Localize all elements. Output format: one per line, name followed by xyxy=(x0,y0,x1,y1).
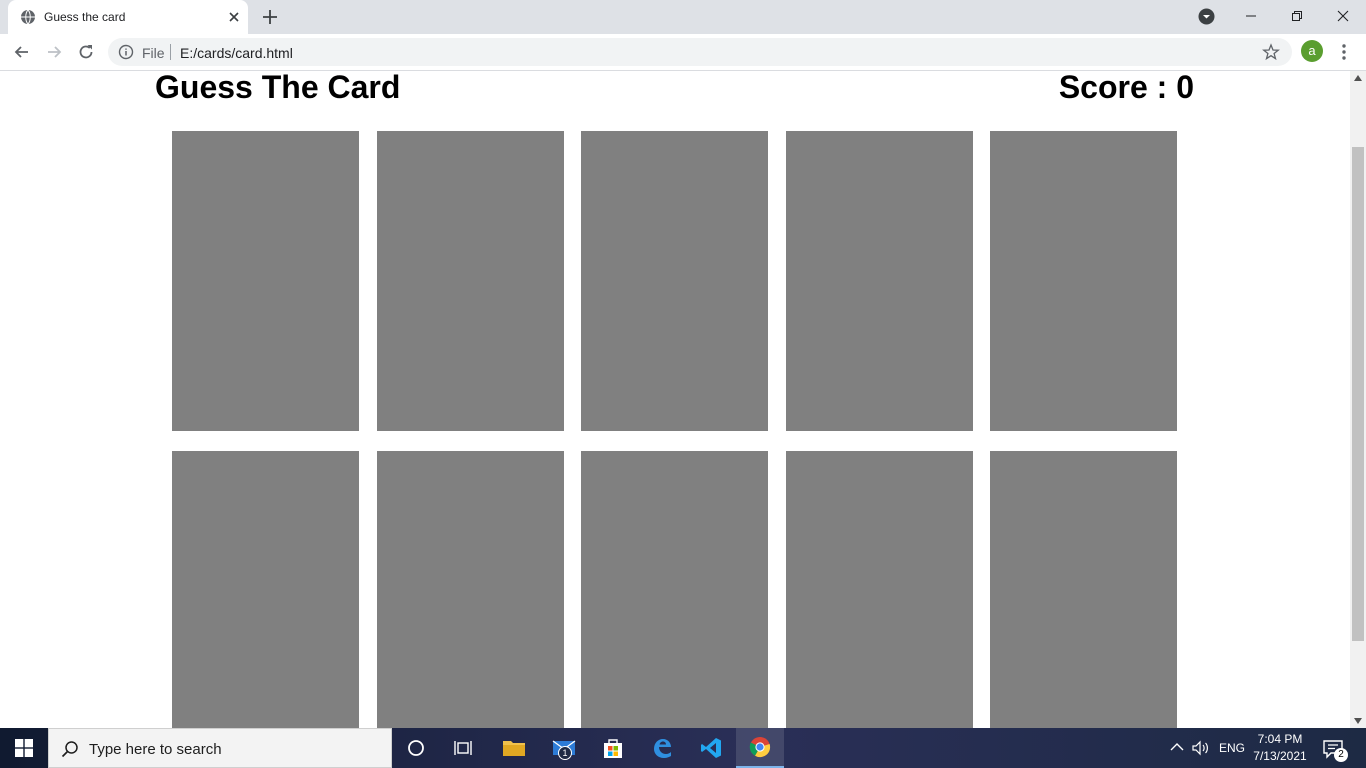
task-view-icon xyxy=(454,741,472,755)
card[interactable] xyxy=(581,451,768,728)
close-tab-icon[interactable] xyxy=(226,9,242,25)
vscode-icon xyxy=(701,738,721,758)
score-display: Score : 0 xyxy=(1059,71,1194,106)
windows-taskbar: Type here to search 1 ENG 7:04 PM 7/13/2… xyxy=(0,728,1366,768)
volume-icon[interactable] xyxy=(1192,740,1210,756)
vscode-button[interactable] xyxy=(687,728,735,768)
card[interactable] xyxy=(172,131,359,431)
taskbar-search-box[interactable]: Type here to search xyxy=(48,728,392,768)
clock-time: 7:04 PM xyxy=(1257,732,1303,746)
score-label: Score : xyxy=(1058,71,1177,105)
profile-avatar[interactable]: a xyxy=(1301,40,1323,62)
edge-button[interactable] xyxy=(638,728,686,768)
mail-button[interactable]: 1 xyxy=(540,728,588,768)
file-explorer-icon xyxy=(503,741,525,756)
globe-icon xyxy=(21,9,35,25)
close-window-button[interactable] xyxy=(1320,0,1366,32)
card[interactable] xyxy=(172,451,359,728)
notification-count-badge: 2 xyxy=(1334,748,1348,762)
language-indicator[interactable]: ENG xyxy=(1219,728,1245,768)
search-placeholder: Type here to search xyxy=(89,741,222,758)
score-value: 0 xyxy=(1176,71,1194,105)
back-arrow-icon[interactable] xyxy=(12,42,32,62)
store-icon xyxy=(604,739,622,758)
url-text[interactable]: E:/cards/card.html xyxy=(180,45,293,61)
cortana-icon xyxy=(408,740,424,756)
system-clock[interactable]: 7:04 PM 7/13/2021 xyxy=(1248,731,1312,765)
browser-tab[interactable]: Guess the card xyxy=(8,0,248,34)
minimize-button[interactable] xyxy=(1228,0,1274,32)
cortana-button[interactable] xyxy=(392,728,440,768)
tab-search-icon[interactable] xyxy=(1198,8,1215,25)
scroll-down-arrow-icon[interactable] xyxy=(1354,718,1362,724)
card-grid xyxy=(172,131,1177,728)
info-icon[interactable] xyxy=(118,44,134,60)
task-view-button[interactable] xyxy=(440,728,488,768)
file-explorer-button[interactable] xyxy=(490,728,538,768)
bookmark-star-icon[interactable] xyxy=(1262,43,1280,61)
more-menu-icon[interactable] xyxy=(1336,42,1352,62)
chrome-icon xyxy=(749,737,771,758)
chrome-button[interactable] xyxy=(736,728,784,768)
windows-start-icon xyxy=(15,739,33,757)
forward-arrow-icon[interactable] xyxy=(44,42,64,62)
close-icon xyxy=(1337,10,1349,22)
show-hidden-icons-chevron-icon[interactable] xyxy=(1170,741,1184,753)
card[interactable] xyxy=(376,131,564,431)
edge-icon xyxy=(654,739,671,758)
card[interactable] xyxy=(376,451,564,728)
card[interactable] xyxy=(990,451,1177,728)
card[interactable] xyxy=(990,131,1177,431)
page-scrollbar[interactable] xyxy=(1350,71,1366,728)
card[interactable] xyxy=(785,451,973,728)
search-icon xyxy=(61,741,78,758)
restore-icon xyxy=(1292,11,1302,21)
mail-badge: 1 xyxy=(558,746,572,760)
new-tab-icon[interactable] xyxy=(260,7,280,27)
minimize-icon xyxy=(1246,15,1256,17)
card[interactable] xyxy=(581,131,768,431)
address-bar[interactable]: File E:/cards/card.html xyxy=(108,38,1292,66)
url-separator xyxy=(170,44,171,60)
url-scheme-label: File xyxy=(142,45,165,61)
tab-title: Guess the card xyxy=(44,10,126,24)
start-button[interactable] xyxy=(0,728,48,768)
page-title: Guess The Card xyxy=(155,71,401,105)
card[interactable] xyxy=(785,131,973,431)
scroll-up-arrow-icon[interactable] xyxy=(1354,75,1362,81)
restore-button[interactable] xyxy=(1274,0,1320,32)
browser-toolbar: File E:/cards/card.html a xyxy=(0,34,1366,71)
reload-icon[interactable] xyxy=(76,42,96,62)
scrollbar-thumb[interactable] xyxy=(1352,147,1364,641)
clock-date: 7/13/2021 xyxy=(1253,749,1307,763)
store-button[interactable] xyxy=(589,728,637,768)
page-viewport: Guess The Card Score : 0 xyxy=(0,71,1350,728)
browser-tab-strip: Guess the card xyxy=(0,0,1366,34)
